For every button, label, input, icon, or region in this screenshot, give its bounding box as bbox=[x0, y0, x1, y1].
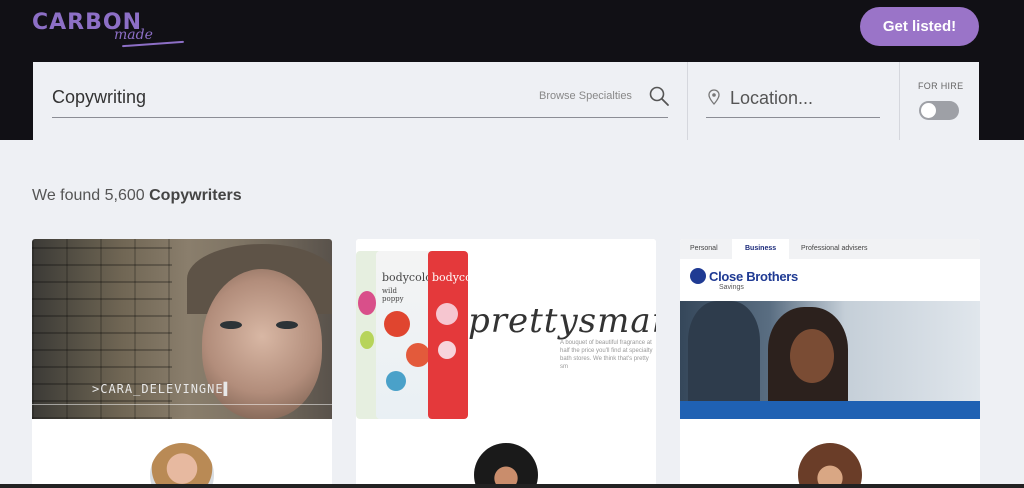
eye-image bbox=[220, 321, 242, 329]
results-prefix: We found 5,600 bbox=[32, 187, 150, 204]
tagline-text: A bouquet of beautiful fragrance at half… bbox=[560, 340, 653, 370]
face-image bbox=[790, 329, 834, 383]
thumbnail-caption: >CARA_DELEVINGNE▌ bbox=[92, 382, 232, 396]
tab-business: Business bbox=[732, 239, 790, 259]
headline-text: prettysmar bbox=[468, 301, 656, 341]
brand-sub: Savings bbox=[719, 284, 744, 291]
brand-bar bbox=[680, 401, 980, 419]
portfolio-card[interactable]: >CARA_DELEVINGNE▌ bbox=[32, 239, 332, 488]
poppy-image bbox=[406, 343, 430, 367]
location-field bbox=[706, 80, 880, 118]
avatar[interactable] bbox=[474, 443, 538, 488]
toggle-knob bbox=[921, 103, 936, 118]
blossom-image bbox=[438, 341, 456, 359]
location-input[interactable] bbox=[730, 85, 878, 111]
logo-sub: made bbox=[114, 27, 153, 43]
location-pin-icon bbox=[708, 89, 720, 105]
portfolio-card[interactable]: bodycology wild poppy bodycology prettys… bbox=[356, 239, 656, 488]
site-tabs: Personal Business Professional advisers bbox=[680, 239, 980, 259]
for-hire-toggle[interactable] bbox=[919, 101, 959, 120]
divider bbox=[899, 62, 900, 140]
bottom-edge bbox=[0, 484, 1024, 488]
flower-image bbox=[358, 291, 376, 315]
portfolio-thumbnail[interactable]: >CARA_DELEVINGNE▌ bbox=[32, 239, 332, 419]
avatar[interactable] bbox=[150, 443, 214, 488]
results-category: Copywriters bbox=[149, 187, 242, 204]
brand-name: Close Brothers bbox=[709, 269, 798, 284]
specialty-value: Copywriting bbox=[52, 87, 147, 107]
search-panel: Copywriting Browse Specialties FOR HIRE bbox=[33, 62, 979, 140]
carbonmade-logo[interactable]: CARBON made bbox=[32, 10, 184, 48]
browse-specialties-link[interactable]: Browse Specialties bbox=[539, 90, 632, 102]
caption-underline bbox=[32, 404, 332, 405]
person-image bbox=[688, 301, 760, 401]
brand-logo-icon bbox=[690, 268, 706, 284]
product-brand-text: bodycology bbox=[432, 271, 496, 284]
portfolio-card[interactable]: Personal Business Professional advisers … bbox=[680, 239, 980, 488]
product-flavor-text: wild poppy bbox=[382, 287, 404, 303]
flower-image bbox=[360, 331, 374, 349]
portfolio-thumbnail[interactable]: bodycology wild poppy bodycology prettys… bbox=[356, 239, 656, 419]
search-icon[interactable] bbox=[648, 85, 670, 107]
poppy-image bbox=[384, 311, 410, 337]
portfolio-thumbnail[interactable]: Personal Business Professional advisers … bbox=[680, 239, 980, 419]
portrait-image bbox=[202, 269, 322, 419]
couple-photo bbox=[680, 301, 980, 401]
flower-image bbox=[386, 371, 406, 391]
tab-professional-advisers: Professional advisers bbox=[801, 245, 868, 252]
product-tube-image: bodycology bbox=[428, 251, 495, 419]
get-listed-button[interactable]: Get listed! bbox=[860, 7, 979, 46]
eye-image bbox=[276, 321, 298, 329]
for-hire-label: FOR HIRE bbox=[918, 81, 964, 91]
divider bbox=[687, 62, 688, 140]
results-count: We found 5,600 Copywriters bbox=[32, 187, 242, 205]
tab-personal: Personal bbox=[690, 245, 718, 252]
specialty-search-field[interactable]: Copywriting Browse Specialties bbox=[52, 80, 670, 118]
avatar[interactable] bbox=[798, 443, 862, 488]
blossom-image bbox=[436, 303, 458, 325]
